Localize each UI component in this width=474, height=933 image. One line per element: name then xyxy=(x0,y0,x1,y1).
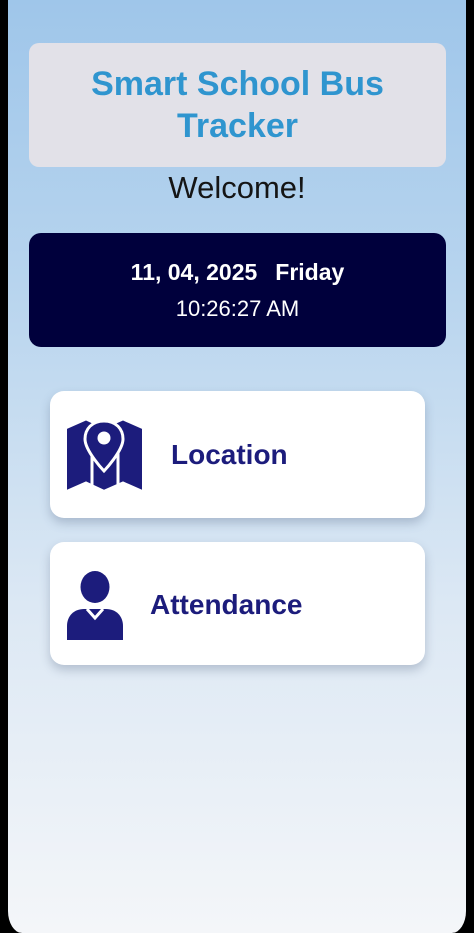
attendance-label: Attendance xyxy=(150,589,303,620)
date-line: 11, 04, 2025 Friday xyxy=(29,259,446,286)
attendance-button[interactable]: Attendance xyxy=(50,542,425,665)
date-value: 11, 04, 2025 xyxy=(130,259,258,285)
weekday-value: Friday xyxy=(275,259,345,285)
app-header: Smart School Bus Tracker xyxy=(29,43,446,167)
location-button[interactable]: Location xyxy=(50,391,425,518)
datetime-panel: 11, 04, 2025 Friday 10:26:27 AM xyxy=(29,233,446,347)
app-title: Smart School Bus Tracker xyxy=(91,65,384,145)
person-icon xyxy=(67,571,123,640)
map-location-icon xyxy=(67,419,142,490)
welcome-text: Welcome! xyxy=(168,170,306,205)
location-label: Location xyxy=(171,439,288,470)
time-value: 10:26:27 AM xyxy=(175,296,300,321)
app-screen: Smart School Bus Tracker Welcome! 11, 04… xyxy=(0,0,474,933)
